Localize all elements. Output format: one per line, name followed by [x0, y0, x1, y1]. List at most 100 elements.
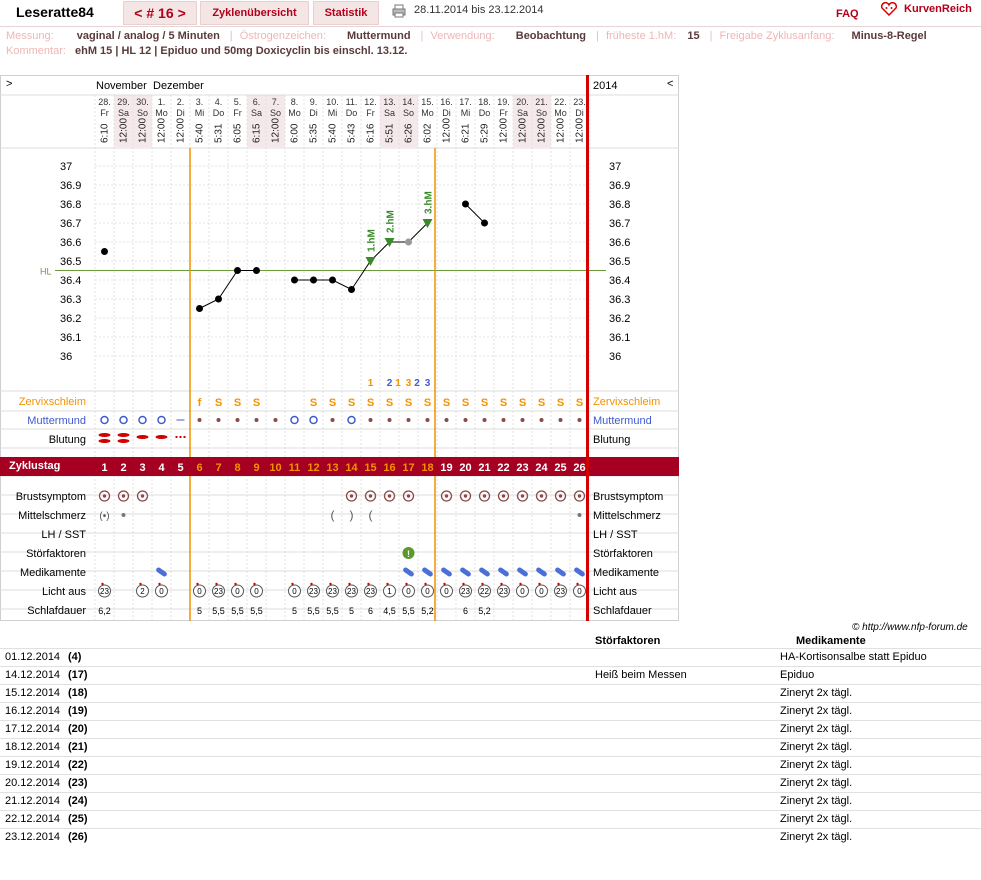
notes-medikament: HA-Kortisonsalbe statt Epiduo: [780, 651, 927, 663]
date-label: 22.: [554, 97, 567, 107]
cycle-day-number: 12: [307, 462, 319, 474]
muttermund-symbol: [235, 418, 240, 422]
row-label-right-licht: Licht aus: [593, 586, 638, 598]
tab-zyklenuebersicht[interactable]: Zyklenübersicht: [200, 1, 309, 25]
muttermund-symbol: [501, 418, 506, 422]
muttermund-symbol: [309, 415, 318, 425]
blutung-symbol: [117, 439, 130, 443]
mittelschmerz-icon: (•): [99, 511, 109, 522]
notes-date: 01.12.2014: [5, 651, 61, 663]
cycle-day-number: 14: [345, 462, 358, 474]
temp-point: [234, 267, 241, 274]
time-label: 6:21: [461, 123, 472, 143]
medikament-pill-icon: [517, 567, 528, 577]
brustsymptom-icon: [444, 494, 449, 498]
weekday-label: Mi: [195, 108, 205, 118]
time-label: 12:00: [442, 118, 453, 143]
row-label-licht: Licht aus: [42, 586, 87, 598]
next-cycle-button[interactable]: >: [178, 5, 186, 21]
muttermund-symbol: [273, 418, 278, 422]
time-label: 12:00: [537, 118, 548, 143]
licht-aus-marker: [424, 582, 427, 586]
cycle-day-number: 7: [215, 462, 221, 474]
schlafdauer-value: 5: [292, 606, 297, 616]
date-label: 8.: [291, 97, 299, 107]
zervix-symbol: S: [348, 397, 355, 409]
chart-nav-right: <: [667, 78, 673, 90]
medikament-pill-icon: [156, 567, 167, 577]
licht-aus-value: 0: [577, 587, 582, 596]
licht-aus-value: 0: [254, 587, 259, 596]
notes-cycle-day: (23): [68, 777, 88, 789]
y-tick-label: 36.9: [60, 180, 81, 192]
tab-statistik[interactable]: Statistik: [313, 1, 379, 25]
licht-aus-value: 23: [328, 587, 337, 596]
temp-point: [348, 286, 355, 293]
zervix-symbol: S: [215, 397, 222, 409]
cycle-day-number: 4: [158, 462, 165, 474]
print-icon[interactable]: [392, 4, 406, 18]
y-tick-label-right: 36.1: [609, 332, 630, 344]
medikament-pill-icon: [536, 567, 547, 577]
blutung-symbol: [98, 439, 111, 443]
faq-link[interactable]: FAQ: [836, 8, 859, 20]
notes-date: 22.12.2014: [5, 813, 61, 825]
zervix-symbol: S: [329, 397, 336, 409]
time-label: 12:00: [119, 118, 130, 143]
cycle-day-number: 16: [383, 462, 395, 474]
licht-aus-value: 23: [347, 587, 356, 596]
notes-row: 22.12.2014 (25) Zineryt 2x tägl.: [0, 810, 981, 828]
time-label: 5:43: [347, 123, 358, 143]
y-tick-label: 36.8: [60, 199, 81, 211]
notes-medikament: Epiduo: [780, 669, 815, 681]
copyright: © http://www.nfp-forum.de: [852, 622, 968, 633]
notes-cycle-day: (19): [68, 705, 88, 717]
logo[interactable]: KurvenReich: [880, 2, 972, 16]
brustsymptom-icon: [121, 494, 126, 498]
time-label: 12:00: [499, 118, 510, 143]
licht-aus-marker: [405, 582, 408, 586]
licht-aus-value: 0: [292, 587, 297, 596]
cycle-day-number: 25: [554, 462, 566, 474]
muttermund-symbol: [100, 415, 109, 425]
prev-cycle-button[interactable]: <: [134, 5, 142, 21]
cycle-day-number: 1: [101, 462, 107, 474]
row-label-schlaf: Schlafdauer: [27, 605, 86, 617]
notes-cycle-day: (26): [68, 831, 88, 843]
brustsymptom-icon: [463, 494, 468, 498]
temp-point: [215, 295, 222, 303]
date-label: 10.: [326, 97, 339, 107]
date-label: 18.: [478, 97, 491, 107]
row-label-right-zervix: Zervixschleim: [593, 396, 660, 408]
heart-logo-icon: [880, 2, 898, 16]
brustsymptom-icon: [501, 494, 506, 498]
row-label-medi: Medikamente: [20, 567, 86, 579]
muttermund-symbol: [368, 418, 373, 422]
brustsymptom-icon: [368, 494, 373, 498]
hm-count-label: 3: [406, 378, 412, 389]
licht-aus-value: 0: [235, 587, 240, 596]
mittelschmerz-icon: (: [369, 508, 373, 522]
row-label-right-mittel: Mittelschmerz: [593, 510, 661, 522]
temp-point: [310, 276, 317, 284]
brustsymptom-icon: [387, 494, 392, 498]
date-label: 16.: [440, 97, 453, 107]
date-label: 5.: [234, 97, 242, 107]
month-label: Dezember: [153, 80, 204, 92]
username: Leseratte84: [16, 4, 94, 20]
y-tick-label: 36.1: [60, 332, 81, 344]
notes-row: 14.12.2014 (17) Heiß beim Messen Epiduo: [0, 666, 981, 684]
weekday-label: Do: [346, 108, 358, 118]
notes-date: 14.12.2014: [5, 669, 61, 681]
cycle-chart: > <2014November Dezember28.Fr6:1029.Sa12:0…: [0, 75, 679, 621]
licht-aus-marker: [196, 582, 199, 586]
time-label: 12:00: [157, 118, 168, 143]
temp-point: [253, 267, 260, 274]
medikament-pill-icon: [498, 567, 509, 577]
licht-aus-marker: [386, 582, 389, 586]
notes-date: 15.12.2014: [5, 687, 61, 699]
measurement-info: Messung: vaginal / analog / 5 Minuten | Ö…: [6, 30, 927, 42]
muttermund-symbol: [138, 415, 147, 425]
brustsymptom-icon: [520, 494, 525, 498]
date-label: 19.: [497, 97, 510, 107]
